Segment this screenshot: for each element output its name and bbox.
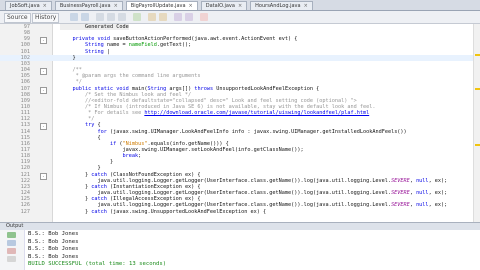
close-tab-icon[interactable]: × (189, 2, 193, 10)
code-line: 127 } catch (javax.swing.UnsupportedLook… (0, 209, 480, 215)
history-view-button[interactable]: History (32, 13, 60, 23)
find-previous-icon[interactable] (107, 13, 115, 21)
editor-tab[interactable]: JobSoft.java × (5, 1, 52, 10)
output-line: B.S.: Bob Jones (28, 246, 79, 253)
close-tab-icon[interactable]: × (43, 2, 47, 10)
editor-scrollbar[interactable] (473, 24, 480, 222)
output-line: B.S.: Bob Jones (28, 253, 79, 260)
warning-marker[interactable] (475, 144, 480, 146)
output-tab[interactable]: Output (6, 223, 23, 230)
output-panel: B.S.: Bob Jones B.S.: Bob Jones B.S.: Bob … (0, 230, 480, 270)
comment-icon[interactable] (174, 13, 182, 21)
editor-tab-bar: JobSoft.java × BusinessPayroll.java × BigPay… (0, 0, 480, 11)
build-status-line: BUILD SUCCESSFUL (total time: 13 seconds… (28, 261, 167, 268)
editor-tab[interactable]: HoursAndLog.java × (250, 1, 313, 10)
output-line: B.S.: Bob Jones (28, 238, 79, 245)
line-number: 127 (20, 208, 30, 215)
code-text: } catch (javax.swing.UnsupportedLookAndF… (60, 208, 267, 215)
clear-output-icon[interactable] (7, 256, 16, 262)
source-view-button[interactable]: Source (4, 13, 31, 23)
editor-tab-label: DataIO.java (205, 3, 235, 9)
editor-tab[interactable]: DataIO.java × (200, 1, 248, 10)
find-next-icon[interactable] (118, 13, 126, 21)
uncomment-icon[interactable] (185, 13, 193, 21)
editor-tab-label: BigPayrollUpdate.java (130, 3, 186, 9)
shift-left-icon[interactable] (148, 13, 156, 21)
editor-tab-label: JobSoft.java (10, 3, 40, 9)
code-editor[interactable]: 97 Generated Code 98 99- private void save… (0, 24, 480, 222)
output-toolbar (0, 230, 25, 270)
record-macro-icon[interactable] (200, 13, 208, 21)
rerun-icon[interactable] (7, 232, 16, 238)
close-tab-icon[interactable]: × (304, 2, 308, 10)
warning-marker[interactable] (475, 54, 480, 56)
back-icon[interactable] (70, 13, 78, 21)
editor-tab-label: BusinessPayroll.java (59, 3, 111, 9)
editor-tab[interactable]: BusinessPayroll.java × (54, 1, 123, 10)
toggle-highlight-icon[interactable] (133, 13, 141, 21)
shift-right-icon[interactable] (159, 13, 167, 21)
stop-icon[interactable] (7, 248, 16, 254)
close-tab-icon[interactable]: × (114, 2, 118, 10)
editor-tab-label: HoursAndLog.java (255, 3, 301, 9)
search-icon[interactable] (96, 13, 104, 21)
editor-toolbar: Source History (0, 11, 480, 24)
rerun-with-params-icon[interactable] (7, 240, 16, 246)
output-line: B.S.: Bob Jones (28, 231, 79, 237)
forward-icon[interactable] (81, 13, 89, 21)
warning-marker[interactable] (475, 88, 480, 90)
close-tab-icon[interactable]: × (238, 2, 242, 10)
editor-tab[interactable]: BigPayrollUpdate.java × (125, 1, 198, 10)
